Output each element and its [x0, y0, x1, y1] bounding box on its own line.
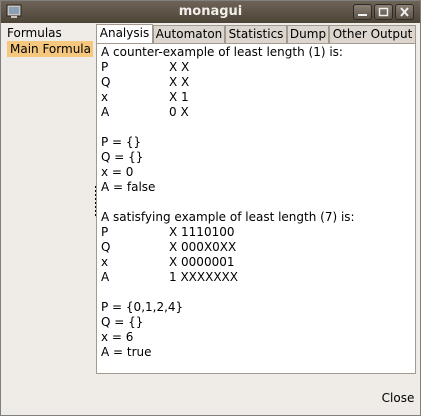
application-window: monagui Formulas Main Formula Analysis A… — [0, 0, 421, 416]
maximize-icon — [378, 7, 389, 17]
tab-statistics[interactable]: Statistics — [225, 25, 287, 43]
formulas-panel: Formulas Main Formula — [5, 26, 93, 372]
analysis-output: A counter-example of least length (1) is… — [96, 43, 416, 374]
close-icon — [400, 7, 409, 17]
formula-item-main[interactable]: Main Formula — [7, 41, 93, 57]
counter-row: PX X — [101, 60, 190, 74]
tab-analysis[interactable]: Analysis — [96, 24, 153, 44]
close-window-button[interactable] — [395, 4, 414, 20]
satisfying-row: PX 1110100 — [101, 225, 235, 239]
satisfying-example-title: A satisfying example of least length (7)… — [101, 210, 355, 224]
close-button[interactable]: Close — [380, 380, 416, 414]
tab-automaton[interactable]: Automaton — [153, 25, 225, 43]
output-panel: Analysis Automaton Statistics Dump Other… — [96, 24, 416, 374]
satisfying-assignment: P = {0,1,2,4} — [101, 300, 184, 314]
counter-row: QX X — [101, 75, 190, 89]
counter-assignment: x = 0 — [101, 165, 134, 179]
satisfying-row: QX 000X0XX — [101, 240, 237, 254]
minimize-icon — [358, 14, 367, 16]
counter-assignment: P = {} — [101, 135, 142, 149]
satisfying-assignment: Q = {} — [101, 315, 144, 329]
button-bar: Close — [1, 375, 420, 415]
minimize-button[interactable] — [353, 4, 372, 20]
counter-assignment: A = false — [101, 180, 156, 194]
title-bar[interactable]: monagui — [1, 1, 420, 23]
maximize-button[interactable] — [374, 4, 393, 20]
tab-bar: Analysis Automaton Statistics Dump Other… — [96, 24, 416, 44]
counter-assignment: Q = {} — [101, 150, 144, 164]
counter-row: A0 X — [101, 105, 189, 119]
counter-example-title: A counter-example of least length (1) is… — [101, 45, 343, 59]
tab-other-output[interactable]: Other Output — [329, 25, 416, 43]
tab-dump[interactable]: Dump — [287, 25, 329, 43]
satisfying-row: A1 XXXXXXX — [101, 270, 238, 284]
counter-row: xX 1 — [101, 90, 189, 104]
satisfying-assignment: x = 6 — [101, 330, 134, 344]
satisfying-row: xX 0000001 — [101, 255, 235, 269]
satisfying-assignment: A = true — [101, 345, 152, 359]
formulas-header: Formulas — [7, 26, 62, 40]
